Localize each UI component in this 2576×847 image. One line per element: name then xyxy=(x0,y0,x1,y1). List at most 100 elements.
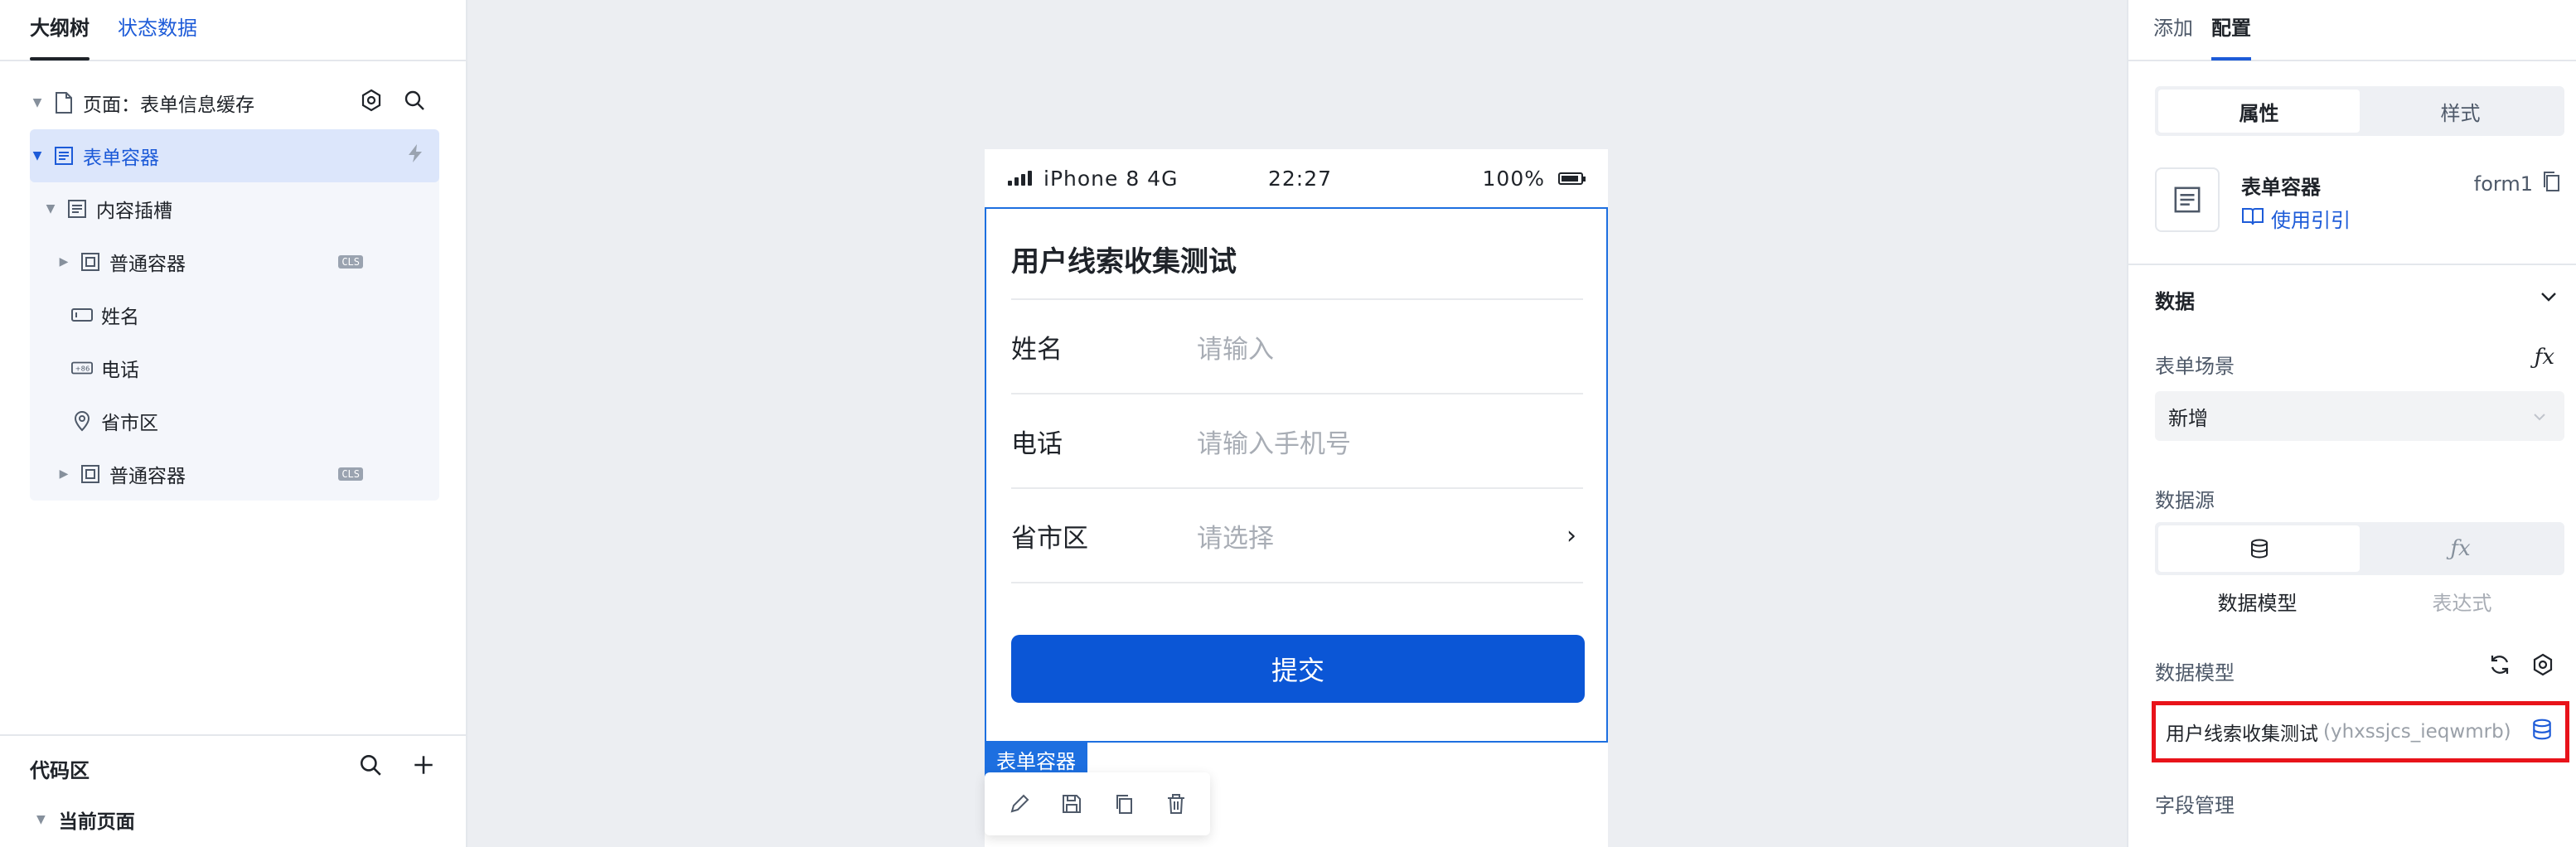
config-tabs: 添加 配置 xyxy=(2128,0,2576,61)
copy-icon[interactable] xyxy=(2541,171,2561,197)
data-source-segment: ƒx xyxy=(2155,522,2564,575)
component-toolbar xyxy=(985,772,1210,835)
segment-style[interactable]: 样式 xyxy=(2360,90,2561,133)
phone-input-icon: +86 xyxy=(71,357,93,379)
tree-node-label: 内容插槽 xyxy=(96,201,172,222)
tree-node-content-slot[interactable]: ▼ 内容插槽 xyxy=(30,182,439,235)
tab-state-data[interactable]: 状态数据 xyxy=(118,0,197,60)
usage-guide-label: 使用引引 xyxy=(2271,209,2351,232)
field-label: 省市区 xyxy=(1011,523,1088,554)
battery-percent: 100% xyxy=(1482,166,1545,191)
fx-icon: ƒx xyxy=(2450,536,2471,561)
data-source-label: 数据源 xyxy=(2155,489,2215,512)
battery-icon xyxy=(1558,172,1586,185)
data-model-option-label[interactable]: 数据模型 xyxy=(2155,587,2360,616)
segment-expression[interactable]: ƒx xyxy=(2360,525,2561,572)
tree-node-region[interactable]: 省市区 xyxy=(30,394,439,448)
fx-icon[interactable]: ƒx xyxy=(2535,345,2554,370)
settings-icon[interactable] xyxy=(2531,653,2554,680)
tab-outline-tree[interactable]: 大纲树 xyxy=(30,0,90,60)
code-tree-current-page[interactable]: ▼ 当前页面 xyxy=(0,801,466,839)
search-icon[interactable] xyxy=(358,753,383,784)
database-icon xyxy=(2250,539,2268,559)
tree-node-label: 姓名 xyxy=(101,307,139,328)
form-component-icon xyxy=(2155,167,2220,232)
delete-icon[interactable] xyxy=(1161,789,1191,819)
book-icon xyxy=(2241,206,2264,231)
segment-properties[interactable]: 属性 xyxy=(2158,90,2360,133)
field-placeholder[interactable]: 请输入 xyxy=(1197,328,1274,365)
status-time: 22:27 xyxy=(1268,166,1333,191)
field-label: 姓名 xyxy=(1011,334,1063,365)
search-icon[interactable] xyxy=(403,89,426,117)
form-scene-label: 表单场景 xyxy=(2155,355,2235,378)
input-icon xyxy=(71,304,93,326)
attr-style-segment: 属性 样式 xyxy=(2155,86,2564,136)
cls-badge: CLS xyxy=(338,467,363,481)
tree-group-form: ▼ 表单容器 ▼ 内容插槽 ▶ 普通容器 CLS 姓名 +86 电话 省市区 ▶… xyxy=(30,129,439,501)
tree-node-form-container[interactable]: ▼ 表单容器 xyxy=(30,129,439,182)
data-section-title[interactable]: 数据 xyxy=(2155,285,2195,314)
caret-down-icon[interactable]: ▼ xyxy=(30,149,45,162)
add-icon[interactable] xyxy=(411,753,436,784)
page-icon xyxy=(53,92,75,114)
expression-option-label[interactable]: 表达式 xyxy=(2360,587,2564,616)
tree-node-label: 表单容器 xyxy=(83,148,159,169)
tree-node-label: 普通容器 xyxy=(109,466,186,487)
config-panel: 添加 配置 属性 样式 表单容器 使用引引 form1 数据 表单场景 ƒx 新… xyxy=(2127,0,2576,847)
lightning-icon[interactable] xyxy=(404,143,426,169)
caret-right-icon[interactable]: ▶ xyxy=(56,255,71,269)
caret-down-icon[interactable]: ▼ xyxy=(36,813,46,826)
chevron-right-icon[interactable]: › xyxy=(1566,521,1576,550)
tree-node-label: 省市区 xyxy=(101,413,158,434)
phone-preview: iPhone 8 4G 22:27 100% 用户线索收集测试 姓名 请输入 电… xyxy=(985,149,1608,847)
device-label: iPhone 8 4G xyxy=(1043,166,1179,191)
caret-right-icon[interactable]: ▶ xyxy=(56,467,71,481)
data-model-id: (yhxssjcs_ieqwmrb) xyxy=(2323,721,2511,743)
data-model-name: 用户线索收集测试 xyxy=(2166,724,2318,745)
caret-down-icon[interactable]: ▼ xyxy=(43,202,58,215)
field-management-label[interactable]: 字段管理 xyxy=(2155,789,2235,818)
container-icon xyxy=(80,463,101,485)
copy-icon[interactable] xyxy=(1109,789,1139,819)
database-icon[interactable] xyxy=(2530,718,2554,746)
tree-node-container-1[interactable]: ▶ 普通容器 CLS xyxy=(30,235,439,288)
submit-button[interactable]: 提交 xyxy=(1011,635,1585,703)
tree-node-container-2[interactable]: ▶ 普通容器 CLS xyxy=(30,448,439,501)
data-model-selection[interactable]: 用户线索收集测试 (yhxssjcs_ieqwmrb) xyxy=(2152,701,2569,762)
component-name: 表单容器 xyxy=(2241,176,2321,199)
usage-guide-link[interactable]: 使用引引 xyxy=(2241,204,2351,233)
phone-status-bar: iPhone 8 4G 22:27 100% xyxy=(985,149,1608,207)
component-id: form1 xyxy=(2474,171,2561,197)
edit-icon[interactable] xyxy=(1005,789,1034,819)
form-scene-select[interactable]: 新增 xyxy=(2155,391,2564,441)
tree-node-label: 页面：表单信息缓存 xyxy=(83,94,254,116)
outline-tabs: 大纲树 状态数据 xyxy=(0,0,466,61)
field-placeholder[interactable]: 请选择 xyxy=(1197,517,1274,554)
segment-data-model[interactable] xyxy=(2158,525,2360,572)
tab-config[interactable]: 配置 xyxy=(2211,0,2251,60)
field-placeholder[interactable]: 请输入手机号 xyxy=(1197,423,1351,460)
chevron-down-icon[interactable] xyxy=(2540,287,2558,307)
selection-label: 表单容器 xyxy=(985,743,1087,777)
tree-node-name[interactable]: 姓名 xyxy=(30,288,439,341)
current-page-label: 当前页面 xyxy=(58,811,135,833)
form-container-preview[interactable]: 用户线索收集测试 姓名 请输入 电话 请输入手机号 省市区 请选择 › 提交 xyxy=(985,207,1608,743)
tree-node-phone[interactable]: +86 电话 xyxy=(30,341,439,394)
field-label: 电话 xyxy=(1011,428,1063,459)
tree-node-page[interactable]: ▼ 页面：表单信息缓存 xyxy=(30,76,439,129)
field-region[interactable]: 省市区 请选择 › xyxy=(1011,489,1583,582)
save-icon[interactable] xyxy=(1057,789,1087,819)
caret-down-icon[interactable]: ▼ xyxy=(30,96,45,109)
field-name[interactable]: 姓名 请输入 xyxy=(1011,300,1583,393)
chevron-down-icon xyxy=(2533,408,2546,425)
settings-icon[interactable] xyxy=(360,89,383,117)
refresh-icon[interactable] xyxy=(2488,653,2511,680)
data-model-label: 数据模型 xyxy=(2155,661,2235,685)
field-phone[interactable]: 电话 请输入手机号 xyxy=(1011,394,1583,487)
divider xyxy=(2128,264,2576,265)
tab-add[interactable]: 添加 xyxy=(2153,0,2193,60)
svg-text:+86: +86 xyxy=(75,365,90,373)
signal-icon xyxy=(1008,171,1032,186)
form-scene-value: 新增 xyxy=(2168,406,2208,430)
